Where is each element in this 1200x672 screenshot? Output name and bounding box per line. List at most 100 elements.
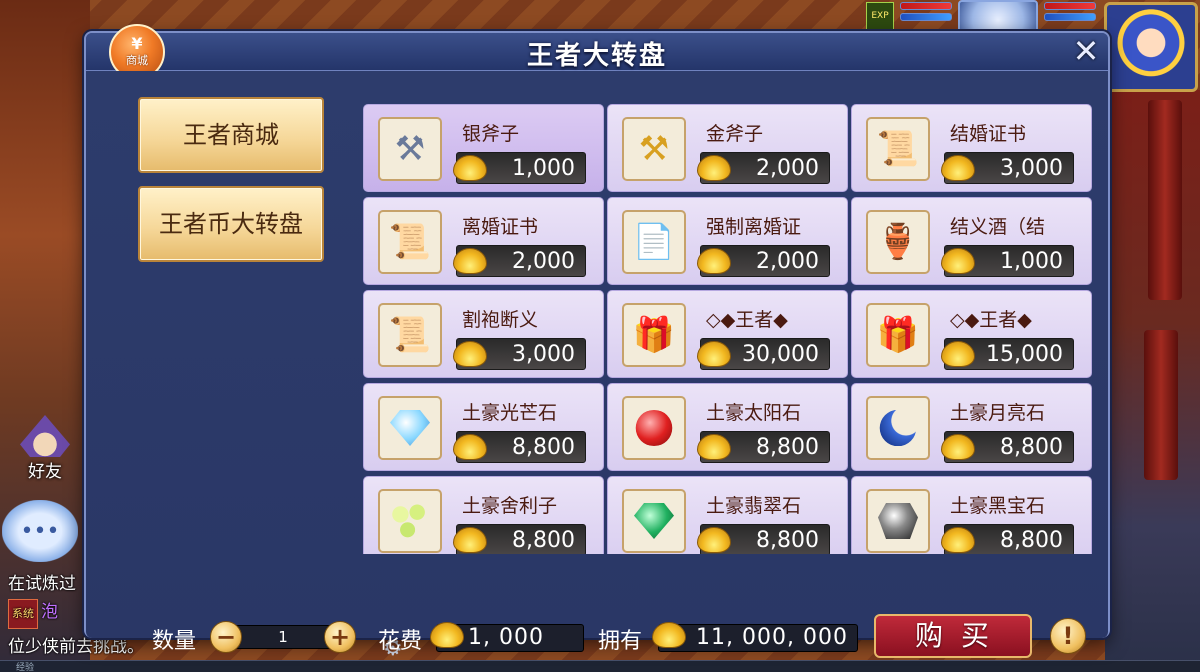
shop-item[interactable]: 土豪光芒石 8,800 (363, 383, 604, 471)
close-button[interactable]: ✕ (1070, 35, 1102, 68)
quantity-label: 数量 (152, 629, 197, 654)
pet-mp-bar (1044, 13, 1096, 21)
ingot-icon (941, 527, 975, 553)
king-wheel-dialog: 王者大转盘 ✕ ¥ 商城 王者商城 王者币大转盘 ⚒ 银斧子 1,000 ⚒ 金斧子 2,… (84, 24, 1110, 658)
item-price: 8,800 (512, 435, 575, 460)
king-package-icon: 🎁 (622, 303, 686, 367)
hp-bar (900, 2, 952, 10)
marriage-certificate-icon: 📜 (866, 117, 930, 181)
shop-item[interactable]: 📄 强制离婚证 2,000 (607, 197, 848, 285)
price-box: 3,000 (941, 152, 1074, 184)
item-price: 2,000 (512, 249, 575, 274)
shop-item[interactable]: 🏺 结义酒（结 1,000 (851, 197, 1092, 285)
yen-icon: ¥ (131, 34, 143, 53)
item-name: 割袍断义 (462, 309, 539, 331)
item-price: 8,800 (756, 435, 819, 460)
item-price: 8,800 (512, 528, 575, 553)
owned-value: 11, 000, 000 (696, 625, 848, 650)
chat-bubble-button[interactable]: ••• (2, 500, 78, 562)
shop-item[interactable]: 📜 割袍断义 3,000 (363, 290, 604, 378)
player-bars (900, 2, 952, 32)
mp-bar (900, 13, 952, 21)
decrease-button[interactable]: − (210, 621, 242, 653)
friends-icon (20, 415, 70, 457)
item-grid: ⚒ 银斧子 1,000 ⚒ 金斧子 2,000 📜 结婚证书 3,000 📜 离婚证书 2,000 📄 强… (363, 104, 1092, 554)
price-box: 3,000 (453, 338, 586, 370)
pet-hp-bar (1044, 2, 1096, 10)
exp-chip[interactable]: EXP (866, 2, 894, 30)
owned-label: 拥有 (598, 629, 643, 654)
price-box: 8,800 (453, 431, 586, 463)
radiance-stone-shape (390, 410, 430, 446)
increase-button[interactable]: + (324, 621, 356, 653)
item-price: 8,800 (1000, 528, 1063, 553)
pet-bars (1044, 2, 1096, 32)
shop-badge-label: 商城 (126, 54, 148, 67)
gold-axe-icon: ⚒ (622, 117, 686, 181)
item-price: 8,800 (1000, 435, 1063, 460)
black-gem-shape (878, 503, 918, 539)
item-price: 1,000 (1000, 249, 1063, 274)
divorce-certificate-icon: 📜 (378, 210, 442, 274)
item-price: 1,000 (512, 156, 575, 181)
price-box: 2,000 (697, 245, 830, 277)
price-box: 8,800 (941, 431, 1074, 463)
shop-item[interactable]: ⚒ 金斧子 2,000 (607, 104, 848, 192)
robe-scroll-icon: 📜 (378, 303, 442, 367)
shop-item[interactable]: 土豪舍利子 8,800 (363, 476, 604, 554)
ingot-icon (652, 622, 686, 648)
price-box: 15,000 (941, 338, 1074, 370)
ingot-icon (941, 155, 975, 181)
price-box: 1,000 (453, 152, 586, 184)
tab-king-shop[interactable]: 王者商城 (138, 97, 324, 173)
purchase-footer: 数量 1 − + 花费 1, 000 拥有 11, 000, 000 购买 ! (86, 606, 1108, 666)
friends-button[interactable]: 好友 (10, 410, 80, 482)
item-price: 3,000 (512, 342, 575, 367)
tab-king-coin-wheel[interactable]: 王者币大转盘 (138, 186, 324, 262)
shop-item[interactable]: ⚒ 银斧子 1,000 (363, 104, 604, 192)
moon-stone-shape (879, 410, 917, 446)
item-price: 2,000 (756, 249, 819, 274)
dialog-body: 王者商城 王者币大转盘 ⚒ 银斧子 1,000 ⚒ 金斧子 2,000 📜 结婚证书 3,000… (86, 71, 1108, 658)
silver-axe-icon: ⚒ (378, 117, 442, 181)
item-name: 土豪黑宝石 (950, 495, 1046, 517)
item-name: ◇◆王者◆ (706, 309, 788, 331)
shop-item[interactable]: 📜 结婚证书 3,000 (851, 104, 1092, 192)
shop-item[interactable]: 土豪黑宝石 8,800 (851, 476, 1092, 554)
ingot-icon (453, 248, 487, 274)
shop-item[interactable]: 🎁 ◇◆王者◆ 15,000 (851, 290, 1092, 378)
sun-stone-shape (635, 410, 673, 446)
shop-item[interactable]: 土豪翡翠石 8,800 (607, 476, 848, 554)
dialog-title: 王者大转盘 (526, 41, 667, 71)
item-name: 金斧子 (706, 123, 764, 145)
player-avatar[interactable] (1104, 2, 1198, 92)
ingot-icon (941, 248, 975, 274)
background-pillar (1148, 100, 1182, 300)
item-name: 土豪舍利子 (462, 495, 558, 517)
king-package-icon: 🎁 (866, 303, 930, 367)
price-box: 2,000 (697, 152, 830, 184)
black-gem-icon (866, 489, 930, 553)
shop-item[interactable]: 土豪太阳石 8,800 (607, 383, 848, 471)
chat-fragment: 泡 (41, 602, 58, 622)
dialog-header: 王者大转盘 ✕ (86, 33, 1108, 71)
price-box: 8,800 (697, 524, 830, 554)
shop-item[interactable]: 土豪月亮石 8,800 (851, 383, 1092, 471)
item-price: 8,800 (756, 528, 819, 553)
pet-portrait[interactable] (958, 0, 1038, 34)
item-name: 土豪翡翠石 (706, 495, 802, 517)
sworn-wine-icon: 🏺 (866, 210, 930, 274)
ingot-icon (453, 434, 487, 460)
exp-label: 经验 (16, 663, 35, 672)
price-box: 8,800 (453, 524, 586, 554)
ingot-icon (697, 527, 731, 553)
info-icon[interactable]: ! (1050, 618, 1086, 654)
moon-stone-icon (866, 396, 930, 460)
shop-item[interactable]: 🎁 ◇◆王者◆ 30,000 (607, 290, 848, 378)
jade-stone-shape (634, 503, 674, 539)
price-box: 30,000 (697, 338, 830, 370)
shop-item[interactable]: 📜 离婚证书 2,000 (363, 197, 604, 285)
sun-stone-icon (622, 396, 686, 460)
buy-button[interactable]: 购买 (874, 614, 1032, 658)
sarira-icon (378, 489, 442, 553)
